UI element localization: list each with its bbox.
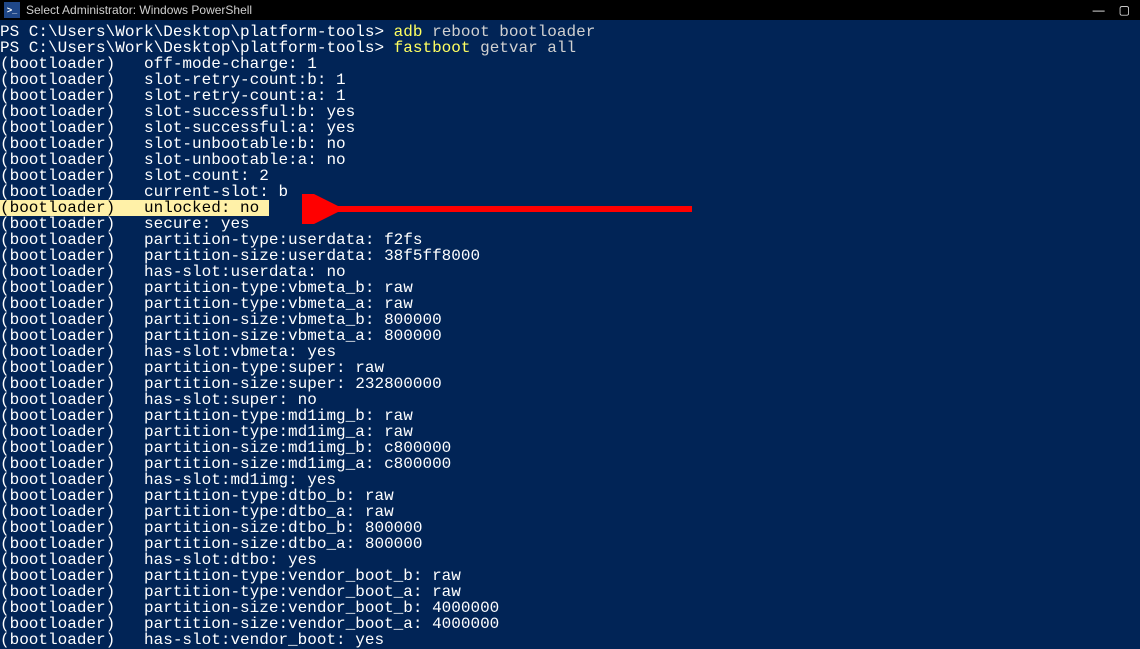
output-line: (bootloader) partition-type:vbmeta_a: ra…: [0, 296, 1140, 312]
window-titlebar: >_ Select Administrator: Windows PowerSh…: [0, 0, 1140, 20]
window-title: Select Administrator: Windows PowerShell: [26, 2, 252, 18]
output-line: (bootloader) has-slot:md1img: yes: [0, 472, 1140, 488]
output-line: (bootloader) partition-size:md1img_a: c8…: [0, 456, 1140, 472]
output-line: (bootloader) slot-successful:a: yes: [0, 120, 1140, 136]
highlighted-text: (bootloader) unlocked: no: [0, 200, 269, 216]
powershell-icon: >_: [4, 2, 20, 18]
output-line: (bootloader) partition-type:dtbo_a: raw: [0, 504, 1140, 520]
output-line: (bootloader) partition-size:md1img_b: c8…: [0, 440, 1140, 456]
output-line: (bootloader) slot-unbootable:a: no: [0, 152, 1140, 168]
output-line: (bootloader) slot-retry-count:b: 1: [0, 72, 1140, 88]
output-line: (bootloader) partition-size:vendor_boot_…: [0, 600, 1140, 616]
output-line: (bootloader) has-slot:vendor_boot: yes: [0, 632, 1140, 648]
prompt-line-1: PS C:\Users\Work\Desktop\platform-tools>…: [0, 24, 1140, 40]
output-line: (bootloader) slot-retry-count:a: 1: [0, 88, 1140, 104]
window-controls: — ▢: [1093, 2, 1136, 18]
output-line: (bootloader) has-slot:dtbo: yes: [0, 552, 1140, 568]
output-line: (bootloader) current-slot: b: [0, 184, 1140, 200]
output-line: (bootloader) partition-type:vbmeta_b: ra…: [0, 280, 1140, 296]
terminal-area[interactable]: PS C:\Users\Work\Desktop\platform-tools>…: [0, 20, 1140, 648]
prompt-line-2: PS C:\Users\Work\Desktop\platform-tools>…: [0, 40, 1140, 56]
output-line: (bootloader) off-mode-charge: 1: [0, 56, 1140, 72]
title-left: >_ Select Administrator: Windows PowerSh…: [0, 2, 252, 18]
output-line: (bootloader) partition-type:userdata: f2…: [0, 232, 1140, 248]
output-line: (bootloader) partition-size:userdata: 38…: [0, 248, 1140, 264]
minimize-button[interactable]: —: [1093, 2, 1105, 18]
output-line: (bootloader) partition-size:dtbo_a: 8000…: [0, 536, 1140, 552]
output-line: (bootloader) secure: yes: [0, 216, 1140, 232]
output-line: (bootloader) partition-size:super: 23280…: [0, 376, 1140, 392]
command-word: fastboot: [394, 39, 471, 57]
output-line: (bootloader) partition-type:md1img_b: ra…: [0, 408, 1140, 424]
output-line: (bootloader) partition-type:vendor_boot_…: [0, 584, 1140, 600]
output-line: (bootloader) has-slot:userdata: no: [0, 264, 1140, 280]
output-line: (bootloader) partition-size:vendor_boot_…: [0, 616, 1140, 632]
output-line: (bootloader) partition-type:dtbo_b: raw: [0, 488, 1140, 504]
output-line: (bootloader) partition-size:vbmeta_b: 80…: [0, 312, 1140, 328]
output-line-highlighted: (bootloader) unlocked: no: [0, 200, 1140, 216]
output-line: (bootloader) partition-type:super: raw: [0, 360, 1140, 376]
output-line: (bootloader) partition-size:dtbo_b: 8000…: [0, 520, 1140, 536]
output-line: (bootloader) partition-size:vbmeta_a: 80…: [0, 328, 1140, 344]
output-line: (bootloader) has-slot:super: no: [0, 392, 1140, 408]
output-line: (bootloader) partition-type:md1img_a: ra…: [0, 424, 1140, 440]
output-line: (bootloader) partition-type:vendor_boot_…: [0, 568, 1140, 584]
command-args: getvar all: [470, 39, 576, 57]
maximize-button[interactable]: ▢: [1119, 2, 1130, 18]
output-line: (bootloader) slot-unbootable:b: no: [0, 136, 1140, 152]
output-line: (bootloader) slot-successful:b: yes: [0, 104, 1140, 120]
output-line: (bootloader) has-slot:vbmeta: yes: [0, 344, 1140, 360]
output-line: (bootloader) slot-count: 2: [0, 168, 1140, 184]
